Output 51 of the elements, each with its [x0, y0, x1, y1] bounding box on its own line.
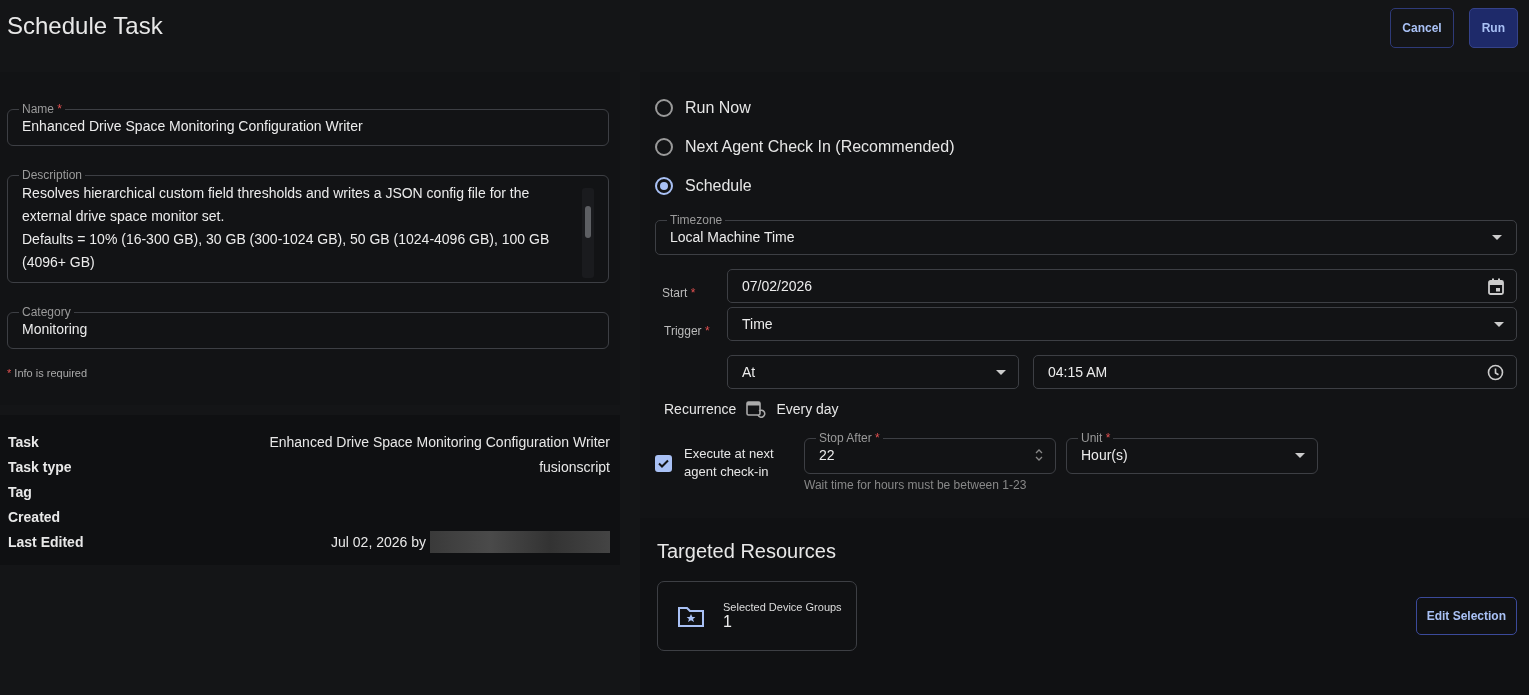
detail-value: Enhanced Drive Space Monitoring Configuration Writer [269, 433, 610, 450]
page-title: Schedule Task [7, 12, 163, 40]
field-label: Unit * [1080, 431, 1112, 445]
trigger-select[interactable]: Time [727, 307, 1517, 341]
detail-label: Tag [8, 483, 32, 500]
field-value: Resolves hierarchical custom field thresholds and writes a JSON config file for the external drive space monitor set. Defaults = 10% (16-300 GB), 30 GB (300-1024 GB), 50 GB (1024-4096 GB), 100 GB (4096+ GB) [22, 184, 551, 272]
field-label: Description [21, 168, 84, 182]
radio-option[interactable]: Schedule [655, 166, 1517, 205]
section-title: Targeted Resources [657, 540, 837, 563]
checkbox-label: Execute at next agent check-in [684, 445, 775, 481]
folder-star-icon [677, 604, 705, 628]
field-value: Monitoring [22, 320, 89, 339]
detail-value: fusionscript [539, 458, 610, 475]
required-note: * Info is required [7, 367, 89, 379]
at-select[interactable]: At [727, 355, 1019, 389]
date-field[interactable]: 07/02/2026 [727, 269, 1517, 303]
time-field[interactable]: 04:15 AM [1033, 355, 1517, 389]
field-hint: Wait time for hours must be between 1-23 [804, 478, 1028, 492]
field-value: Enhanced Drive Space Monitoring Configuration Writer [22, 117, 364, 136]
card-label: Selected Device Groups [723, 601, 842, 613]
detail-label: Last Edited [8, 533, 84, 550]
trigger-label: Trigger * [663, 323, 711, 338]
description-field[interactable] [7, 168, 609, 283]
field-label: Timezone [669, 213, 724, 227]
field-label: Stop After * [818, 431, 881, 445]
detail-label: Task type [8, 458, 72, 475]
detail-label: Task [8, 433, 39, 450]
radio-option[interactable]: Run Now [655, 88, 1517, 127]
text-field[interactable]: Category Monitoring [7, 305, 609, 349]
recurrence-value: Every day [776, 401, 839, 417]
unit-select[interactable]: Unit * Hour(s) [1066, 431, 1318, 474]
cancel-button[interactable]: Cancel [1390, 8, 1454, 48]
edit-selection-button[interactable]: Edit Selection [1415, 597, 1517, 635]
timezone-select[interactable]: Timezone Local Machine Time [655, 213, 1517, 255]
spinner-icon [1035, 448, 1043, 462]
checkmark-icon [658, 458, 669, 468]
field-label: Category [21, 305, 72, 319]
calendar-repeat-icon [746, 399, 767, 419]
detail-label: Created [8, 508, 61, 525]
text-field[interactable]: Name * Enhanced Drive Space Monitoring Configuration Writer [7, 102, 609, 146]
number-field[interactable]: Stop After * 22 [804, 431, 1056, 474]
calendar-icon [1488, 277, 1504, 295]
card-count: 1 [723, 613, 733, 631]
clock-icon [1487, 363, 1504, 381]
detail-value: Jul 02, 2026 by [331, 530, 610, 553]
checkbox[interactable] [655, 454, 672, 472]
start-label: Start * [661, 285, 697, 300]
field-label: Name * [21, 102, 64, 116]
radio-option[interactable]: Next Agent Check In (Recommended) [655, 127, 1517, 166]
run-button[interactable]: Run [1468, 8, 1518, 48]
recurrence-label: Recurrence [664, 401, 737, 417]
